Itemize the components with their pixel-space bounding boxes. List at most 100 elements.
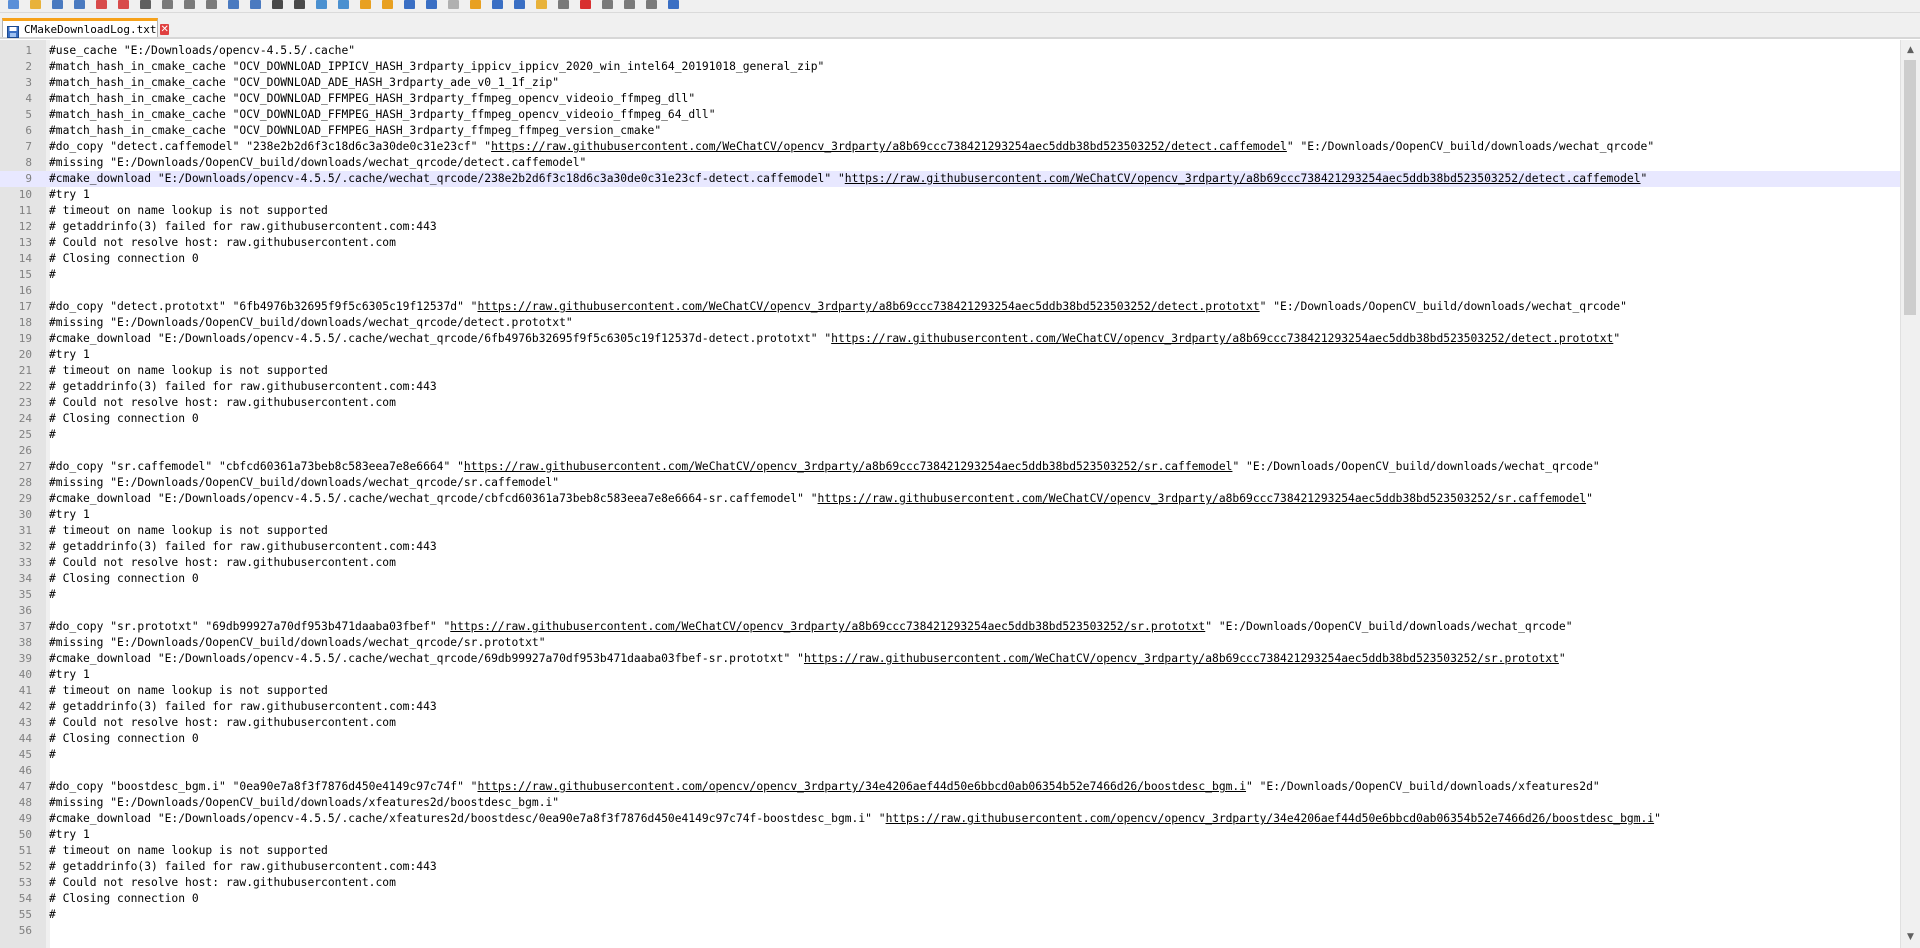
udl-icon[interactable] [470, 0, 481, 9]
close-all-icon[interactable] [118, 0, 129, 9]
zoom-out-icon[interactable] [338, 0, 349, 9]
editor-line[interactable]: 30 #try 1 [0, 507, 1900, 523]
editor-line[interactable]: 8 #missing "E:/Downloads/OopenCV_build/do… [0, 155, 1900, 171]
editor-line[interactable]: 36 [0, 603, 1900, 619]
editor-line[interactable]: 49 #cmake_download "E:/Downloads/opencv-4… [0, 811, 1900, 827]
editor-line[interactable]: 7 #do_copy "detect.caffemodel" "238e2b2d6… [0, 139, 1900, 155]
editor-line[interactable]: 24 # Closing connection 0 [0, 411, 1900, 427]
editor-line[interactable]: 48 #missing "E:/Downloads/OopenCV_build/d… [0, 795, 1900, 811]
editor-line[interactable]: 25 # [0, 427, 1900, 443]
url-link[interactable]: https://raw.githubusercontent.com/WeChat… [818, 492, 1587, 505]
save-all-icon[interactable] [74, 0, 85, 9]
editor-line[interactable]: 3 #match_hash_in_cmake_cache "OCV_DOWNLOA… [0, 75, 1900, 91]
paste-icon[interactable] [206, 0, 217, 9]
editor-line[interactable]: 27 #do_copy "sr.caffemodel" "cbfcd60361a7… [0, 459, 1900, 475]
url-link[interactable]: https://raw.githubusercontent.com/WeChat… [491, 140, 1287, 153]
doc-map-icon[interactable] [492, 0, 503, 9]
editor-line[interactable]: 44 # Closing connection 0 [0, 731, 1900, 747]
copy-icon[interactable] [184, 0, 195, 9]
save-icon[interactable] [52, 0, 63, 9]
editor-line[interactable]: 52 # getaddrinfo(3) failed for raw.github… [0, 859, 1900, 875]
editor-line[interactable]: 19 #cmake_download "E:/Downloads/opencv-4… [0, 331, 1900, 347]
editor-line[interactable]: 2 #match_hash_in_cmake_cache "OCV_DOWNLOA… [0, 59, 1900, 75]
redo-icon[interactable] [250, 0, 261, 9]
save-macro-icon[interactable] [668, 0, 679, 9]
folder-workspace-icon[interactable] [536, 0, 547, 9]
editor-line[interactable]: 20 #try 1 [0, 347, 1900, 363]
editor-line[interactable]: 15 # [0, 267, 1900, 283]
url-link[interactable]: https://raw.githubusercontent.com/opencv… [477, 780, 1246, 793]
editor-line[interactable]: 40 #try 1 [0, 667, 1900, 683]
editor-line[interactable]: 11 # timeout on name lookup is not suppor… [0, 203, 1900, 219]
find-icon[interactable] [272, 0, 283, 9]
editor-line[interactable]: 33 # Could not resolve host: raw.githubus… [0, 555, 1900, 571]
editor-line[interactable]: 17 #do_copy "detect.prototxt" "6fb4976b32… [0, 299, 1900, 315]
undo-icon[interactable] [228, 0, 239, 9]
editor-line[interactable]: 43 # Could not resolve host: raw.githubus… [0, 715, 1900, 731]
indent-guide-icon[interactable] [448, 0, 459, 9]
editor-line[interactable]: 41 # timeout on name lookup is not suppor… [0, 683, 1900, 699]
editor-line[interactable]: 54 # Closing connection 0 [0, 891, 1900, 907]
editor-line[interactable]: 6 #match_hash_in_cmake_cache "OCV_DOWNLOA… [0, 123, 1900, 139]
editor-line[interactable]: 1 #use_cache "E:/Downloads/opencv-4.5.5/.… [0, 43, 1900, 59]
editor-line[interactable]: 37 #do_copy "sr.prototxt" "69db99927a70df… [0, 619, 1900, 635]
scroll-down-icon[interactable]: ▼ [1901, 929, 1920, 946]
new-file-icon[interactable] [8, 0, 19, 9]
vertical-scrollbar[interactable]: ▲ ▼ [1900, 40, 1920, 948]
url-link[interactable]: https://raw.githubusercontent.com/opencv… [886, 812, 1655, 825]
replace-icon[interactable] [294, 0, 305, 9]
editor-lines[interactable]: 1 #use_cache "E:/Downloads/opencv-4.5.5/.… [0, 43, 1900, 939]
editor-line[interactable]: 21 # timeout on name lookup is not suppor… [0, 363, 1900, 379]
editor-line[interactable]: 51 # timeout on name lookup is not suppor… [0, 843, 1900, 859]
editor-line[interactable]: 28 #missing "E:/Downloads/OopenCV_build/d… [0, 475, 1900, 491]
editor-line[interactable]: 31 # timeout on name lookup is not suppor… [0, 523, 1900, 539]
url-link[interactable]: https://raw.githubusercontent.com/WeChat… [450, 620, 1205, 633]
editor-line[interactable]: 4 #match_hash_in_cmake_cache "OCV_DOWNLOA… [0, 91, 1900, 107]
editor-line[interactable]: 29 #cmake_download "E:/Downloads/opencv-4… [0, 491, 1900, 507]
editor-line[interactable]: 5 #match_hash_in_cmake_cache "OCV_DOWNLOA… [0, 107, 1900, 123]
run-macro-icon[interactable] [646, 0, 657, 9]
editor-line[interactable]: 26 [0, 443, 1900, 459]
word-wrap-icon[interactable] [404, 0, 415, 9]
scrollbar-thumb[interactable] [1904, 60, 1916, 315]
function-list-icon[interactable] [514, 0, 525, 9]
url-link[interactable]: https://raw.githubusercontent.com/WeChat… [477, 300, 1259, 313]
open-icon[interactable] [30, 0, 41, 9]
editor-line[interactable]: 46 [0, 763, 1900, 779]
editor-line[interactable]: 16 [0, 283, 1900, 299]
editor-line[interactable]: 56 [0, 923, 1900, 939]
editor-line[interactable]: 53 # Could not resolve host: raw.githubus… [0, 875, 1900, 891]
editor-line[interactable]: 38 #missing "E:/Downloads/OopenCV_build/d… [0, 635, 1900, 651]
text-editor[interactable]: 1 #use_cache "E:/Downloads/opencv-4.5.5/.… [0, 40, 1900, 948]
editor-line[interactable]: 10 #try 1 [0, 187, 1900, 203]
zoom-in-icon[interactable] [316, 0, 327, 9]
editor-line[interactable]: 50 #try 1 [0, 827, 1900, 843]
cut-icon[interactable] [162, 0, 173, 9]
editor-line[interactable]: 22 # getaddrinfo(3) failed for raw.github… [0, 379, 1900, 395]
editor-line[interactable]: 14 # Closing connection 0 [0, 251, 1900, 267]
editor-line[interactable]: 47 #do_copy "boostdesc_bgm.i" "0ea90e7a8f… [0, 779, 1900, 795]
record-macro-icon[interactable] [580, 0, 591, 9]
sync-horizontal-icon[interactable] [382, 0, 393, 9]
show-all-chars-icon[interactable] [426, 0, 437, 9]
url-link[interactable]: https://raw.githubusercontent.com/WeChat… [845, 172, 1641, 185]
editor-line[interactable]: 34 # Closing connection 0 [0, 571, 1900, 587]
editor-line[interactable]: 35 # [0, 587, 1900, 603]
sync-vertical-icon[interactable] [360, 0, 371, 9]
url-link[interactable]: https://raw.githubusercontent.com/WeChat… [831, 332, 1613, 345]
close-icon[interactable] [96, 0, 107, 9]
editor-line[interactable]: 32 # getaddrinfo(3) failed for raw.github… [0, 539, 1900, 555]
url-link[interactable]: https://raw.githubusercontent.com/WeChat… [804, 652, 1559, 665]
editor-line[interactable]: 45 # [0, 747, 1900, 763]
play-macro-icon[interactable] [624, 0, 635, 9]
editor-line[interactable]: 42 # getaddrinfo(3) failed for raw.github… [0, 699, 1900, 715]
tab-close-icon[interactable]: ✕ [160, 23, 169, 35]
editor-line[interactable]: 13 # Could not resolve host: raw.githubus… [0, 235, 1900, 251]
editor-line[interactable]: 39 #cmake_download "E:/Downloads/opencv-4… [0, 651, 1900, 667]
tab-cmake-download-log[interactable]: CMakeDownloadLog.txt ✕ [2, 18, 169, 38]
monitoring-icon[interactable] [558, 0, 569, 9]
scroll-up-icon[interactable]: ▲ [1901, 42, 1920, 59]
editor-line[interactable]: 18 #missing "E:/Downloads/OopenCV_build/d… [0, 315, 1900, 331]
url-link[interactable]: https://raw.githubusercontent.com/WeChat… [464, 460, 1233, 473]
print-icon[interactable] [140, 0, 151, 9]
